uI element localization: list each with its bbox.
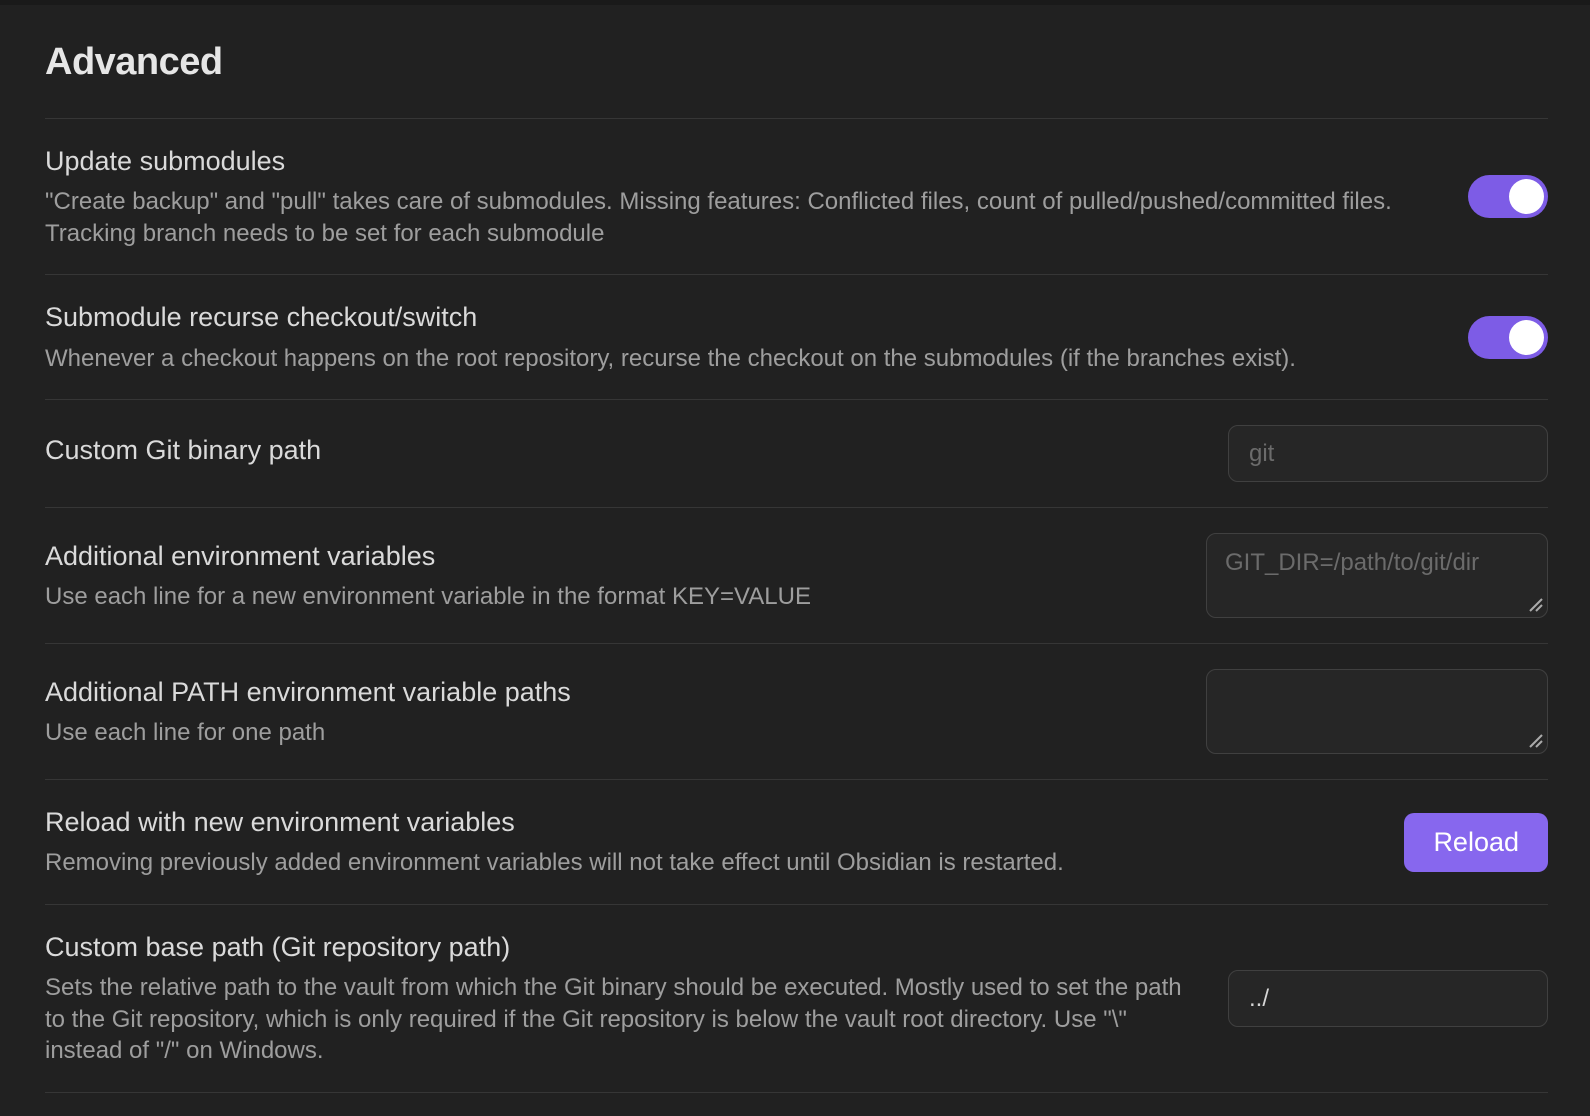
setting-name: Update submodules bbox=[45, 144, 1428, 179]
setting-submodule-recurse: Submodule recurse checkout/switch Whenev… bbox=[45, 275, 1548, 400]
setting-name: Custom base path (Git repository path) bbox=[45, 930, 1188, 965]
submodule-recurse-toggle[interactable] bbox=[1468, 316, 1548, 359]
setting-description: Sets the relative path to the vault from… bbox=[45, 972, 1188, 1067]
resize-grip-icon[interactable] bbox=[1525, 730, 1543, 748]
setting-git-binary-path: Custom Git binary path bbox=[45, 400, 1548, 508]
setting-path-env-paths: Additional PATH environment variable pat… bbox=[45, 644, 1548, 780]
setting-description: Use each line for a new environment vari… bbox=[45, 581, 1166, 613]
git-binary-path-input[interactable] bbox=[1228, 425, 1548, 482]
page-title: Advanced bbox=[45, 41, 1548, 84]
settings-list: Update submodules "Create backup" and "p… bbox=[45, 118, 1548, 1093]
setting-name: Custom Git binary path bbox=[45, 433, 1188, 468]
setting-description: Removing previously added environment va… bbox=[45, 847, 1364, 879]
settings-page-advanced: Advanced Update submodules "Create backu… bbox=[0, 41, 1590, 1093]
reload-button[interactable]: Reload bbox=[1404, 813, 1548, 872]
setting-name: Additional PATH environment variable pat… bbox=[45, 675, 1166, 710]
toggle-knob bbox=[1509, 320, 1544, 355]
setting-name: Submodule recurse checkout/switch bbox=[45, 300, 1428, 335]
setting-description: Use each line for one path bbox=[45, 717, 1166, 749]
toggle-knob bbox=[1509, 179, 1544, 214]
setting-env-variables: Additional environment variables Use eac… bbox=[45, 508, 1548, 644]
env-variables-textarea[interactable] bbox=[1206, 533, 1548, 618]
setting-custom-base-path: Custom base path (Git repository path) S… bbox=[45, 905, 1548, 1093]
window-top-edge bbox=[0, 0, 1590, 5]
setting-name: Reload with new environment variables bbox=[45, 805, 1364, 840]
path-env-paths-textarea[interactable] bbox=[1206, 669, 1548, 754]
setting-reload-env: Reload with new environment variables Re… bbox=[45, 780, 1548, 905]
setting-description: "Create backup" and "pull" takes care of… bbox=[45, 186, 1428, 249]
base-path-input[interactable] bbox=[1228, 970, 1548, 1027]
setting-description: Whenever a checkout happens on the root … bbox=[45, 343, 1428, 375]
setting-update-submodules: Update submodules "Create backup" and "p… bbox=[45, 119, 1548, 275]
resize-grip-icon[interactable] bbox=[1525, 594, 1543, 612]
update-submodules-toggle[interactable] bbox=[1468, 175, 1548, 218]
setting-name: Additional environment variables bbox=[45, 539, 1166, 574]
